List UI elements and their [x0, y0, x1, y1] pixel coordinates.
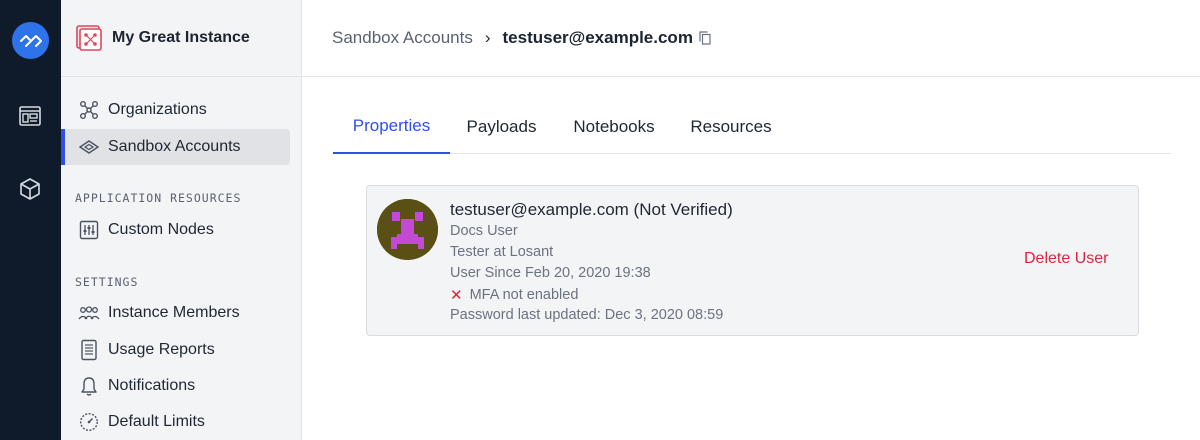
tab-bar: Properties Payloads Notebooks Resources — [333, 104, 1171, 154]
custom-nodes-icon — [78, 219, 100, 241]
sidebar-item-custom-nodes[interactable]: Custom Nodes — [61, 212, 290, 248]
cube-icon[interactable] — [15, 174, 45, 204]
section-heading-settings: SETTINGS — [75, 275, 139, 289]
sidebar: My Great Instance Organizations Sandbox … — [61, 0, 302, 440]
delete-user-button[interactable]: Delete User — [1024, 250, 1108, 268]
mfa-status-text: MFA not enabled — [469, 287, 579, 303]
close-icon: ✕ — [450, 287, 463, 304]
avatar — [377, 199, 438, 260]
user-card: testuser@example.com (Not Verified) Docs… — [366, 185, 1139, 336]
sidebar-item-label: Usage Reports — [108, 341, 215, 358]
breadcrumb: Sandbox Accounts › testuser@example.com — [302, 0, 1200, 77]
sidebar-item-default-limits[interactable]: Default Limits — [61, 404, 290, 440]
sidebar-item-label: Custom Nodes — [108, 221, 214, 238]
gauge-icon — [78, 411, 100, 433]
dashboard-icon[interactable] — [15, 101, 45, 131]
bell-icon — [78, 375, 100, 397]
sandbox-icon — [78, 136, 100, 158]
section-heading-application-resources: APPLICATION RESOURCES — [75, 191, 242, 205]
tab-payloads[interactable]: Payloads — [457, 104, 546, 154]
sidebar-item-label: Notifications — [108, 377, 196, 394]
user-title: testuser@example.com (Not Verified) — [450, 200, 733, 219]
mfa-status: ✕ MFA not enabled — [450, 286, 578, 304]
copy-icon[interactable] — [699, 31, 713, 45]
app-rail — [0, 0, 61, 440]
sidebar-item-organizations[interactable]: Organizations — [61, 92, 290, 128]
sidebar-item-label: Instance Members — [108, 304, 240, 321]
tab-notebooks[interactable]: Notebooks — [563, 104, 665, 154]
members-icon — [78, 302, 100, 324]
user-name: Docs User — [450, 223, 518, 239]
page-title: testuser@example.com — [502, 28, 693, 47]
instance-switcher[interactable]: My Great Instance — [61, 0, 301, 77]
password-updated: Password last updated: Dec 3, 2020 08:59 — [450, 307, 724, 323]
tab-resources[interactable]: Resources — [682, 104, 780, 154]
sidebar-item-label: Default Limits — [108, 413, 205, 430]
sidebar-item-sandbox-accounts[interactable]: Sandbox Accounts — [61, 129, 290, 165]
user-since: User Since Feb 20, 2020 19:38 — [450, 265, 651, 281]
instance-name: My Great Instance — [112, 29, 250, 46]
sidebar-item-usage-reports[interactable]: Usage Reports — [61, 332, 290, 368]
user-role: Tester at Losant — [450, 244, 554, 260]
breadcrumb-parent[interactable]: Sandbox Accounts — [332, 28, 473, 48]
organizations-icon — [78, 99, 100, 121]
losant-logo-icon[interactable] — [12, 22, 49, 59]
instance-icon — [76, 25, 102, 51]
sidebar-item-notifications[interactable]: Notifications — [61, 368, 290, 404]
sidebar-item-instance-members[interactable]: Instance Members — [61, 295, 290, 331]
tab-properties[interactable]: Properties — [333, 104, 450, 154]
sidebar-item-label: Sandbox Accounts — [108, 138, 241, 155]
usage-reports-icon — [78, 339, 100, 361]
breadcrumb-separator: › — [484, 28, 491, 47]
sidebar-item-label: Organizations — [108, 101, 207, 118]
